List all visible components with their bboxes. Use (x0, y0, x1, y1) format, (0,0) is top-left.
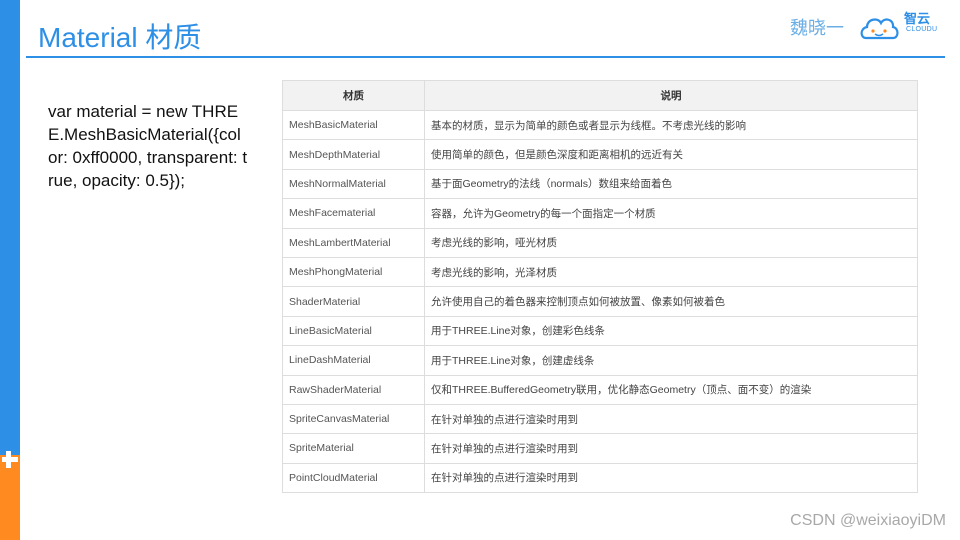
material-name-cell: LineDashMaterial (282, 345, 425, 376)
material-description-cell: 在针对单独的点进行渲染时用到 (424, 433, 918, 464)
author-name: 魏晓一 (790, 18, 844, 39)
material-description-cell: 基本的材质，显示为简单的颜色或者显示为线框。不考虑光线的影响 (424, 109, 918, 141)
table-row: MeshNormalMaterial 基于面Geometry的法线（normals… (282, 168, 918, 200)
column-header-material: 材质 (282, 80, 425, 111)
material-description-cell: 基于面Geometry的法线（normals）数组来给面着色 (424, 168, 918, 200)
material-name-cell: RawShaderMaterial (282, 374, 425, 405)
title-divider (26, 56, 945, 58)
material-name-cell: MeshPhongMaterial (282, 256, 425, 288)
material-name-cell: PointCloudMaterial (282, 462, 425, 494)
material-name-cell: MeshFacematerial (282, 198, 425, 229)
table-row: RawShaderMaterial 仅和THREE.BufferedGeometr… (282, 374, 918, 405)
material-description-cell: 容器，允许为Geometry的每一个面指定一个材质 (424, 198, 918, 229)
table-row: LineDashMaterial 用于THREE.Line对象，创建虚线条 (282, 345, 918, 376)
material-name-cell: MeshBasicMaterial (282, 109, 425, 141)
material-name-cell: SpriteCanvasMaterial (282, 403, 425, 435)
table-body: MeshBasicMaterial 基本的材质，显示为简单的颜色或者显示为线框。不… (282, 109, 918, 494)
table-row: PointCloudMaterial 在针对单独的点进行渲染时用到 (282, 462, 918, 494)
material-description-cell: 仅和THREE.BufferedGeometry联用，优化静态Geometry（… (424, 374, 918, 405)
material-description-cell: 在针对单独的点进行渲染时用到 (424, 403, 918, 435)
material-description-cell: 在针对单独的点进行渲染时用到 (424, 462, 918, 494)
code-snippet: var material = new THREE.MeshBasicMateri… (48, 102, 248, 190)
table-row: MeshDepthMaterial 使用简单的颜色，但是颜色深度和距离相机的远近有… (282, 139, 918, 170)
slide-title: Material 材质 (38, 22, 202, 53)
table-row: MeshFacematerial 容器，允许为Geometry的每一个面指定一个材… (282, 198, 918, 229)
material-description-cell: 考虑光线的影响，光泽材质 (424, 256, 918, 288)
plus-decoration-icon (0, 448, 20, 472)
table-row: MeshBasicMaterial 基本的材质，显示为简单的颜色或者显示为线框。不… (282, 109, 918, 141)
materials-table: 材质 说明 MeshBasicMaterial 基本的材质，显示为简单的颜色或者显… (282, 80, 918, 494)
material-name-cell: LineBasicMaterial (282, 315, 425, 347)
table-row: ShaderMaterial 允许使用自己的着色器来控制顶点如何被放置、像素如何被… (282, 286, 918, 317)
material-description-cell: 使用简单的颜色，但是颜色深度和距离相机的远近有关 (424, 139, 918, 170)
logo-text: 智云 (904, 11, 931, 26)
column-header-description: 说明 (424, 80, 918, 111)
table-row: LineBasicMaterial 用于THREE.Line对象，创建彩色线条 (282, 315, 918, 347)
table-row: SpriteMaterial 在针对单独的点进行渲染时用到 (282, 433, 918, 464)
material-description-cell: 用于THREE.Line对象，创建彩色线条 (424, 315, 918, 347)
material-description-cell: 允许使用自己的着色器来控制顶点如何被放置、像素如何被着色 (424, 286, 918, 317)
material-name-cell: MeshLambertMaterial (282, 227, 425, 258)
watermark: CSDN @weixiaoyiDM (790, 512, 946, 529)
material-description-cell: 用于THREE.Line对象，创建虚线条 (424, 345, 918, 376)
table-header-row: 材质 说明 (282, 80, 918, 111)
table-row: SpriteCanvasMaterial 在针对单独的点进行渲染时用到 (282, 403, 918, 435)
material-name-cell: ShaderMaterial (282, 286, 425, 317)
material-name-cell: SpriteMaterial (282, 433, 425, 464)
logo-subtext: CLOUDU (906, 26, 938, 33)
material-description-cell: 考虑光线的影响，哑光材质 (424, 227, 918, 258)
material-name-cell: MeshDepthMaterial (282, 139, 425, 170)
material-name-cell: MeshNormalMaterial (282, 168, 425, 200)
table-row: MeshLambertMaterial 考虑光线的影响，哑光材质 (282, 227, 918, 258)
table-row: MeshPhongMaterial 考虑光线的影响，光泽材质 (282, 256, 918, 288)
